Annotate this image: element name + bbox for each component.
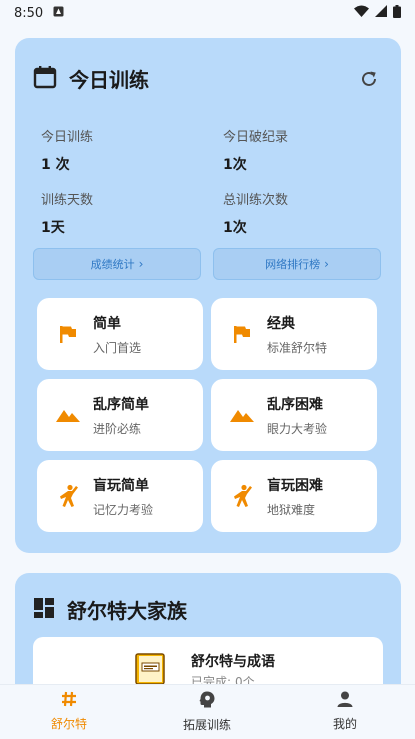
- stat-value: 1天: [41, 220, 65, 236]
- notification-icon: [53, 6, 64, 21]
- chevron-right-icon: ›: [324, 257, 329, 271]
- mode-name: 乱序困难: [267, 396, 323, 413]
- nav-schulte[interactable]: 舒尔特: [9, 691, 129, 732]
- mode-shuffle-hard-button[interactable]: 乱序困难 眼力大考验: [211, 379, 377, 451]
- refresh-icon[interactable]: [355, 65, 383, 93]
- wifi-icon: [354, 5, 369, 21]
- stat-today-record: 今日破纪录 1次: [223, 126, 381, 174]
- status-time: 8:50: [14, 5, 44, 21]
- stat-value: 1次: [223, 157, 247, 173]
- stat-label: 今日训练: [41, 130, 94, 145]
- mode-sub: 眼力大考验: [267, 421, 328, 436]
- mountain-icon: [55, 402, 81, 428]
- calendar-icon: [33, 65, 57, 93]
- training-title: 今日训练: [69, 68, 149, 92]
- family-header: 舒尔特大家族: [33, 595, 383, 624]
- training-header: 今日训练: [33, 64, 383, 93]
- online-ranking-button[interactable]: 网络排行榜 ›: [213, 248, 381, 280]
- chevron-right-icon: ›: [138, 257, 144, 271]
- stat-value: 1 次: [41, 157, 70, 173]
- person-icon: [337, 691, 353, 711]
- score-stats-label: 成绩统计: [90, 258, 135, 271]
- mountain-icon: [229, 402, 255, 428]
- brain-icon: [199, 691, 215, 712]
- hash-icon: [61, 691, 77, 711]
- mode-grid: 简单 入门首选 经典 标准舒尔特 乱序简单 进阶必练 乱序困难 眼力大考验 盲玩…: [37, 298, 379, 532]
- mode-sub: 标准舒尔特: [267, 340, 328, 355]
- flag-icon: [229, 321, 255, 347]
- stat-label: 训练天数: [41, 193, 94, 208]
- mode-name: 经典: [267, 315, 295, 332]
- nav-mine[interactable]: 我的: [285, 691, 405, 732]
- mode-blind-simple-button[interactable]: 盲玩简单 记忆力考验: [37, 460, 203, 532]
- mode-blind-hard-button[interactable]: 盲玩困难 地狱难度: [211, 460, 377, 532]
- mode-sub: 进阶必练: [93, 421, 142, 436]
- nav-expand-training[interactable]: 拓展训练: [147, 691, 267, 733]
- stat-training-days: 训练天数 1天: [41, 189, 223, 237]
- mode-classic-button[interactable]: 经典 标准舒尔特: [211, 298, 377, 370]
- mode-simple-button[interactable]: 简单 入门首选: [37, 298, 203, 370]
- mode-shuffle-simple-button[interactable]: 乱序简单 进阶必练: [37, 379, 203, 451]
- mode-name: 简单: [93, 315, 121, 332]
- stat-value: 1次: [223, 220, 247, 236]
- online-ranking-label: 网络排行榜: [265, 258, 321, 271]
- mode-name: 乱序简单: [93, 396, 149, 413]
- battery-icon: [393, 4, 401, 22]
- mode-name: 盲玩简单: [93, 477, 149, 494]
- status-bar: 8:50: [0, 0, 415, 26]
- martial-arts-icon: [55, 483, 81, 509]
- stat-today-training: 今日训练 1 次: [41, 126, 223, 174]
- mode-sub: 地狱难度: [267, 502, 316, 517]
- mode-sub: 记忆力考验: [93, 502, 154, 517]
- martial-arts-icon: [229, 483, 255, 509]
- family-item-title: 舒尔特与成语: [191, 654, 275, 670]
- flag-icon: [55, 321, 81, 347]
- bottom-nav: 舒尔特 拓展训练 我的: [0, 684, 415, 739]
- training-stats: 今日训练 1 次 今日破纪录 1次 训练天数 1天 总训练次数 1次: [41, 126, 381, 237]
- stat-label: 今日破纪录: [223, 130, 289, 145]
- today-training-card: 今日训练 今日训练 1 次 今日破纪录 1次 训练天数 1天 总训练次数 1次 …: [15, 38, 401, 553]
- dashboard-icon: [33, 597, 55, 623]
- signal-icon: [375, 5, 387, 21]
- score-stats-button[interactable]: 成绩统计 ›: [33, 248, 201, 280]
- nav-label: 我的: [332, 717, 357, 731]
- mode-name: 盲玩困难: [267, 477, 323, 494]
- nav-label: 拓展训练: [182, 718, 231, 732]
- nav-label: 舒尔特: [50, 717, 87, 731]
- mode-sub: 入门首选: [93, 340, 142, 355]
- stat-label: 总训练次数: [223, 193, 289, 208]
- stat-total-count: 总训练次数 1次: [223, 189, 381, 237]
- family-title: 舒尔特大家族: [67, 599, 187, 623]
